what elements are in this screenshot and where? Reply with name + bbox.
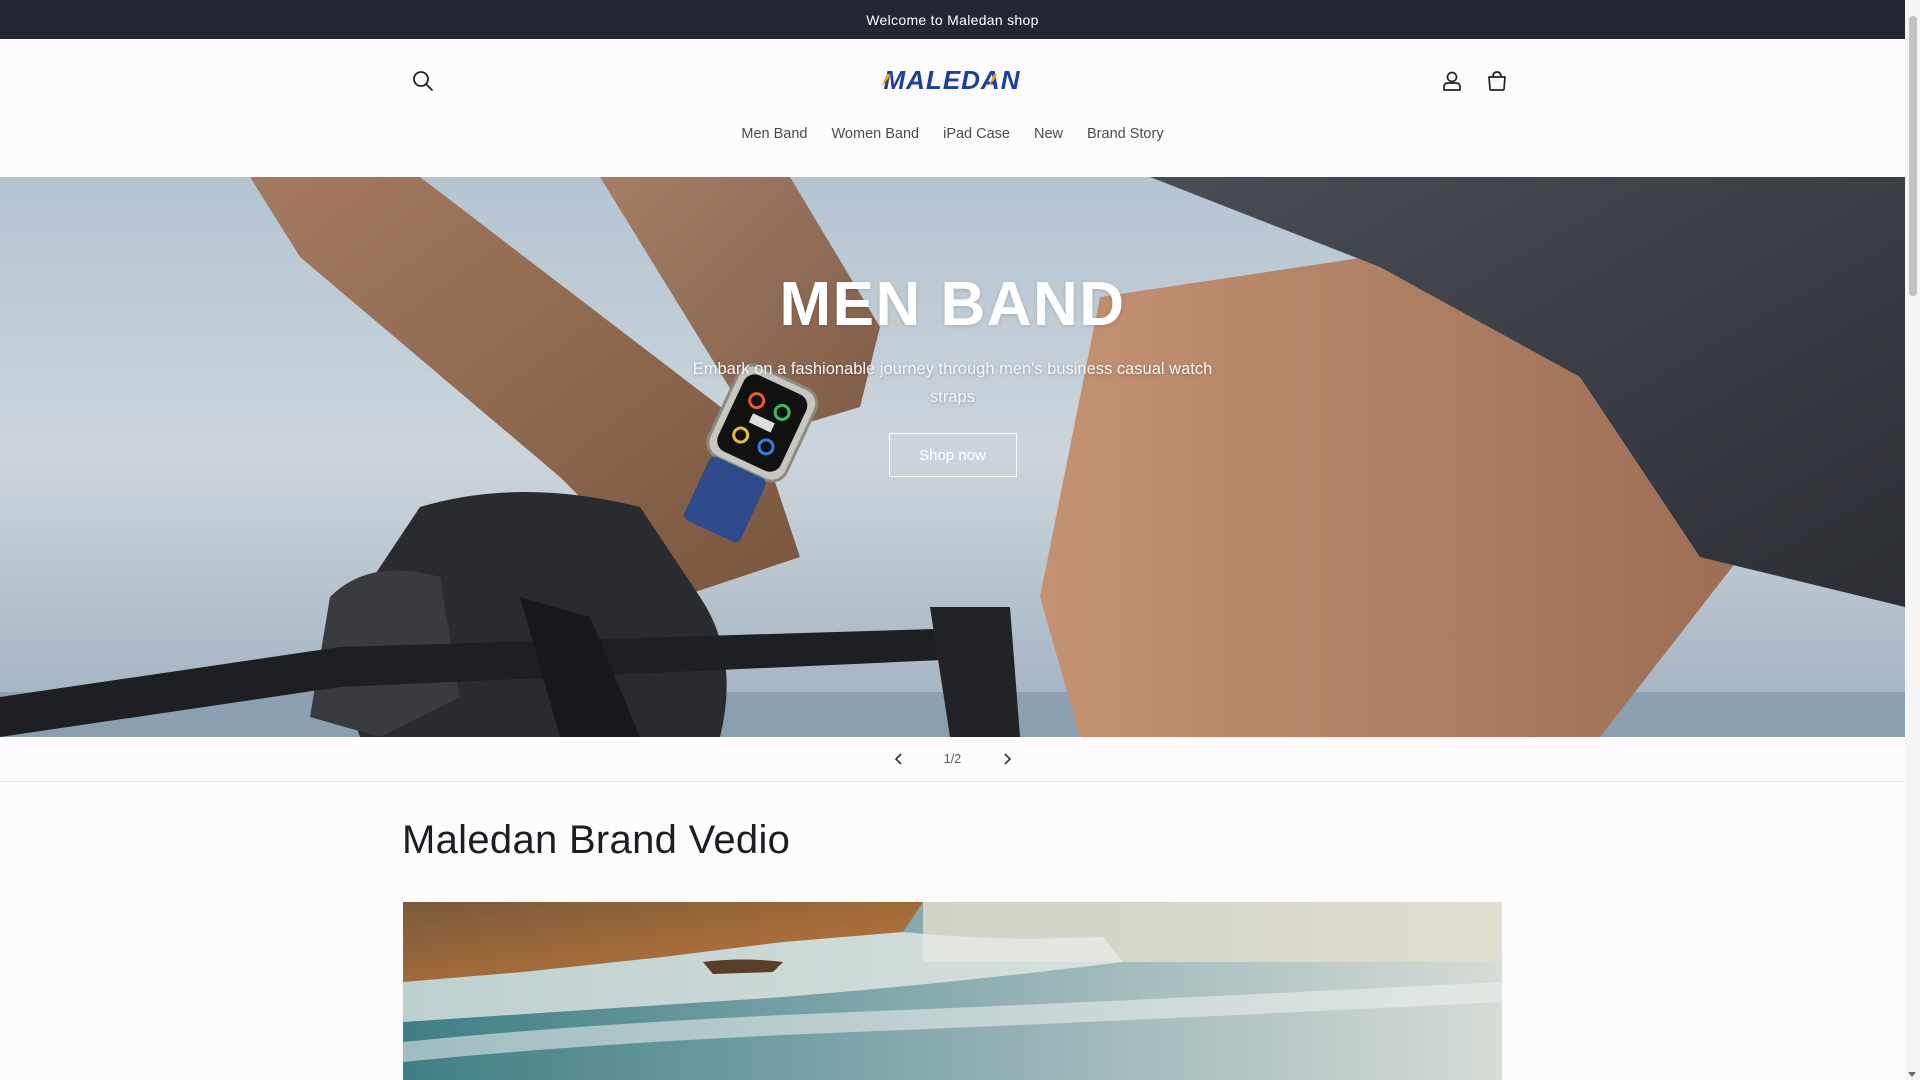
main-nav: Men Band Women Band iPad Case New Brand … bbox=[0, 124, 1905, 144]
announcement-bar: Welcome to Maledan shop bbox=[0, 0, 1905, 39]
account-button[interactable] bbox=[1432, 61, 1472, 101]
scrollbar-thumb[interactable] bbox=[1909, 16, 1917, 296]
search-icon bbox=[413, 71, 433, 91]
slideshow-controls: 1/2 bbox=[0, 737, 1905, 782]
chevron-right-icon bbox=[1003, 753, 1011, 765]
page-scrollbar[interactable] bbox=[1905, 0, 1920, 1080]
search-button[interactable] bbox=[403, 61, 443, 101]
slide-counter: 1/2 bbox=[943, 752, 962, 766]
chevron-left-icon bbox=[894, 753, 902, 765]
hero-title: MEN BAND bbox=[779, 270, 1126, 339]
nav-item-women-band[interactable]: Women Band bbox=[820, 124, 932, 144]
video-section-title: Maledan Brand Vedio bbox=[402, 818, 791, 862]
page-viewport: Welcome to Maledan shop MALEDAN Men Band… bbox=[0, 0, 1905, 1080]
shop-now-button[interactable]: Shop now bbox=[888, 433, 1017, 477]
announcement-text: Welcome to Maledan shop bbox=[866, 11, 1039, 28]
previous-slide-button[interactable] bbox=[887, 747, 911, 771]
site-header: MALEDAN Men Band Women Band iPad Case Ne… bbox=[0, 39, 1905, 178]
hero-subtitle: Embark on a fashionable journey through … bbox=[692, 360, 1213, 406]
cart-button[interactable] bbox=[1477, 61, 1517, 101]
shopping-bag-icon bbox=[1488, 71, 1506, 91]
video-thumbnail bbox=[403, 902, 1502, 1080]
nav-item-ipad-case[interactable]: iPad Case bbox=[931, 124, 1022, 144]
hero-content: MEN BAND Embark on a fashionable journey… bbox=[0, 269, 1905, 477]
next-slide-button[interactable] bbox=[995, 747, 1019, 771]
nav-item-new[interactable]: New bbox=[1022, 124, 1075, 144]
nav-item-men-band[interactable]: Men Band bbox=[729, 124, 819, 144]
brand-video[interactable] bbox=[403, 902, 1502, 1080]
nav-item-brand-story[interactable]: Brand Story bbox=[1075, 124, 1176, 144]
scroll-down-arrow-icon[interactable] bbox=[1908, 1072, 1916, 1077]
user-icon bbox=[1443, 71, 1461, 91]
logo-text: MALEDAN bbox=[884, 67, 1021, 93]
hero-banner: MEN BAND Embark on a fashionable journey… bbox=[0, 177, 1905, 737]
brand-logo[interactable]: MALEDAN bbox=[866, 65, 1038, 95]
